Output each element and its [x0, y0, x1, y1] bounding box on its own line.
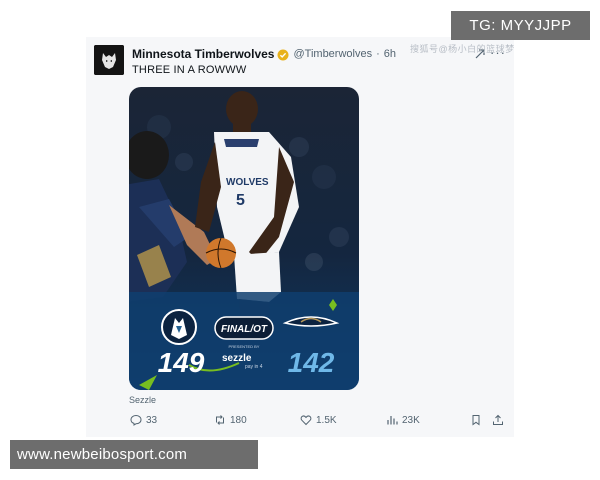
separator-dot: · [376, 48, 380, 60]
timberwolves-logo [161, 309, 197, 345]
away-score: 142 [288, 347, 335, 378]
presented-by: PRESENTED BY [229, 344, 260, 349]
retweet-count: 180 [230, 414, 247, 426]
bookmark-button[interactable] [470, 414, 486, 426]
like-count: 1.5K [316, 414, 337, 426]
share-button[interactable] [492, 414, 508, 426]
jersey-text: WOLVES [226, 177, 269, 188]
views-count: 23K [402, 414, 420, 426]
tweet-text: THREE IN A ROWWW [132, 64, 247, 76]
screenshot-canvas: Minnesota Timberwolves @Timberwolves · 6… [0, 0, 600, 480]
media-caption[interactable]: Sezzle [129, 395, 156, 405]
timestamp[interactable]: 6h [384, 48, 396, 60]
jersey-number: 5 [236, 192, 245, 209]
tweet-media-image[interactable]: WOLVES 5 FINAL/OT PRESENTED BY sezzle pa… [129, 87, 359, 390]
svg-text:pay in 4: pay in 4 [245, 364, 263, 370]
avatar[interactable] [94, 45, 124, 75]
tg-watermark-badge: TG: MYYJJPP [451, 11, 590, 40]
tweet-card[interactable]: Minnesota Timberwolves @Timberwolves · 6… [86, 37, 514, 437]
retweet-button[interactable]: 180 [214, 414, 247, 426]
reply-button[interactable]: 33 [130, 414, 157, 426]
bookmark-icon [472, 415, 480, 426]
wolf-avatar-icon [94, 45, 124, 75]
handle[interactable]: @Timberwolves [293, 48, 372, 60]
site-watermark-banner: www.newbeibosport.com [10, 440, 258, 469]
source-watermark: 搜狐号@杨小白的篮球梦 [410, 44, 515, 54]
like-icon [300, 415, 312, 426]
share-icon [493, 414, 503, 425]
like-button[interactable]: 1.5K [300, 414, 337, 426]
reply-icon [130, 414, 142, 426]
home-score: 149 [158, 347, 205, 378]
verified-badge-icon [277, 48, 289, 61]
reply-count: 33 [146, 414, 158, 426]
tweet-actions: 33 180 1.5K 23K [130, 414, 506, 430]
views-button[interactable]: 23K [386, 414, 420, 426]
retweet-icon [216, 415, 224, 425]
display-name[interactable]: Minnesota Timberwolves [132, 47, 274, 61]
basketball [205, 237, 237, 269]
svg-text:sezzle: sezzle [222, 353, 252, 364]
views-icon [387, 416, 398, 425]
game-status: FINAL/OT [221, 324, 268, 335]
tweet-header: Minnesota Timberwolves @Timberwolves · 6… [132, 46, 396, 62]
